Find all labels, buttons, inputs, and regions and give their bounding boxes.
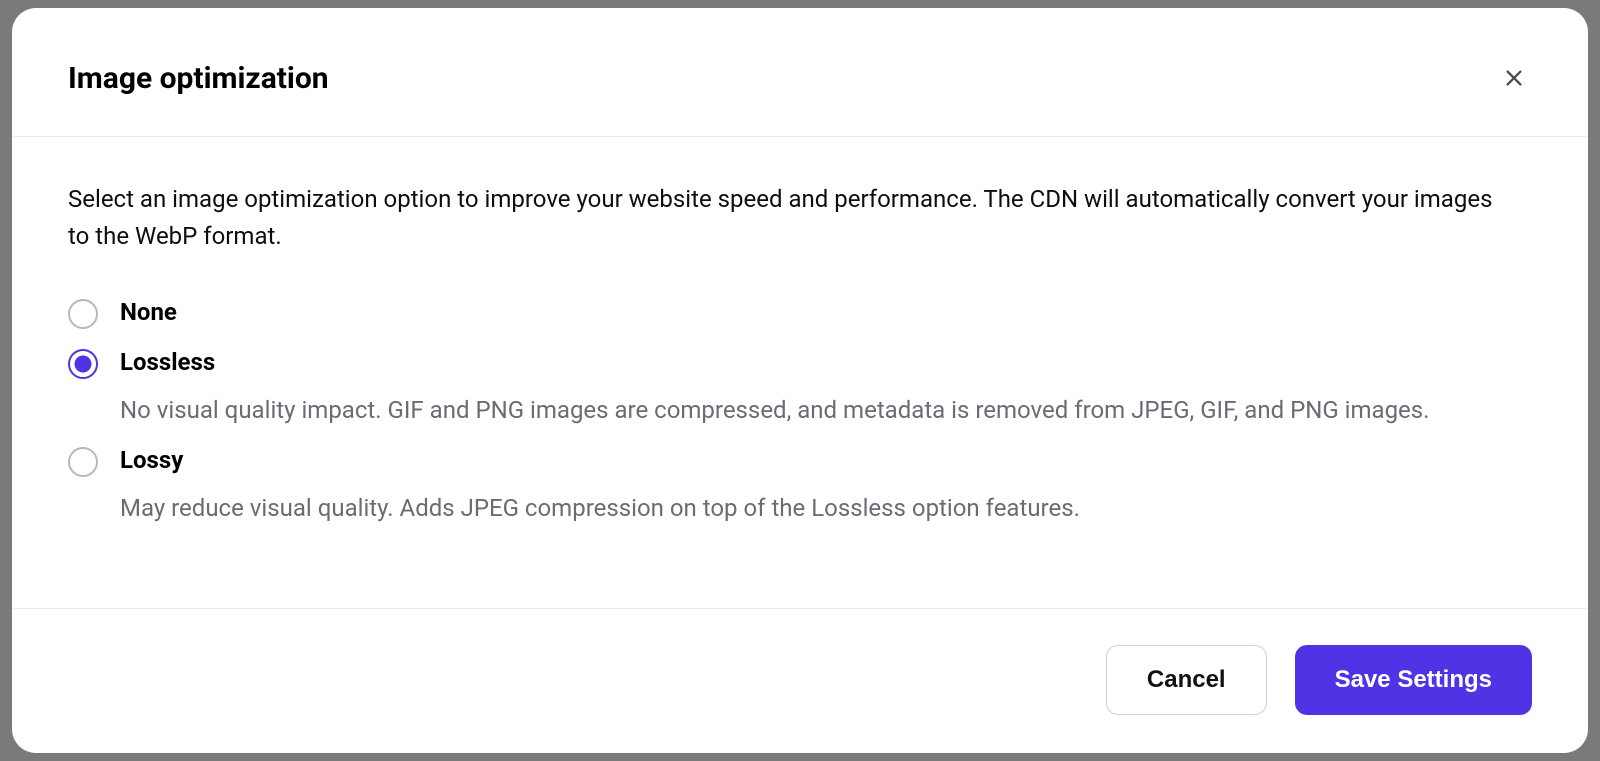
- radio-group: None Lossless No visual quality impact. …: [68, 297, 1532, 525]
- close-button[interactable]: [1496, 60, 1532, 96]
- image-optimization-modal: Image optimization Select an image optim…: [12, 8, 1588, 753]
- close-icon: [1503, 67, 1525, 89]
- radio-label-lossless[interactable]: Lossless: [120, 347, 1532, 378]
- radio-option-none: None: [68, 297, 1532, 329]
- modal-header: Image optimization: [12, 8, 1588, 137]
- radio-description-lossless: No visual quality impact. GIF and PNG im…: [120, 393, 1532, 428]
- save-settings-button[interactable]: Save Settings: [1295, 645, 1532, 715]
- modal-body: Select an image optimization option to i…: [12, 137, 1588, 608]
- radio-content-lossless: Lossless No visual quality impact. GIF a…: [120, 347, 1532, 427]
- modal-description: Select an image optimization option to i…: [68, 181, 1508, 255]
- radio-option-lossy: Lossy May reduce visual quality. Adds JP…: [68, 445, 1532, 525]
- radio-label-lossy[interactable]: Lossy: [120, 445, 1532, 476]
- radio-content-lossy: Lossy May reduce visual quality. Adds JP…: [120, 445, 1532, 525]
- modal-footer: Cancel Save Settings: [12, 608, 1588, 753]
- cancel-button[interactable]: Cancel: [1106, 645, 1267, 715]
- radio-content-none: None: [120, 297, 1532, 328]
- radio-input-none[interactable]: [68, 299, 98, 329]
- radio-label-none[interactable]: None: [120, 297, 1532, 328]
- radio-input-lossless[interactable]: [68, 349, 98, 379]
- radio-option-lossless: Lossless No visual quality impact. GIF a…: [68, 347, 1532, 427]
- radio-input-lossy[interactable]: [68, 447, 98, 477]
- modal-title: Image optimization: [68, 61, 329, 96]
- radio-description-lossy: May reduce visual quality. Adds JPEG com…: [120, 491, 1532, 526]
